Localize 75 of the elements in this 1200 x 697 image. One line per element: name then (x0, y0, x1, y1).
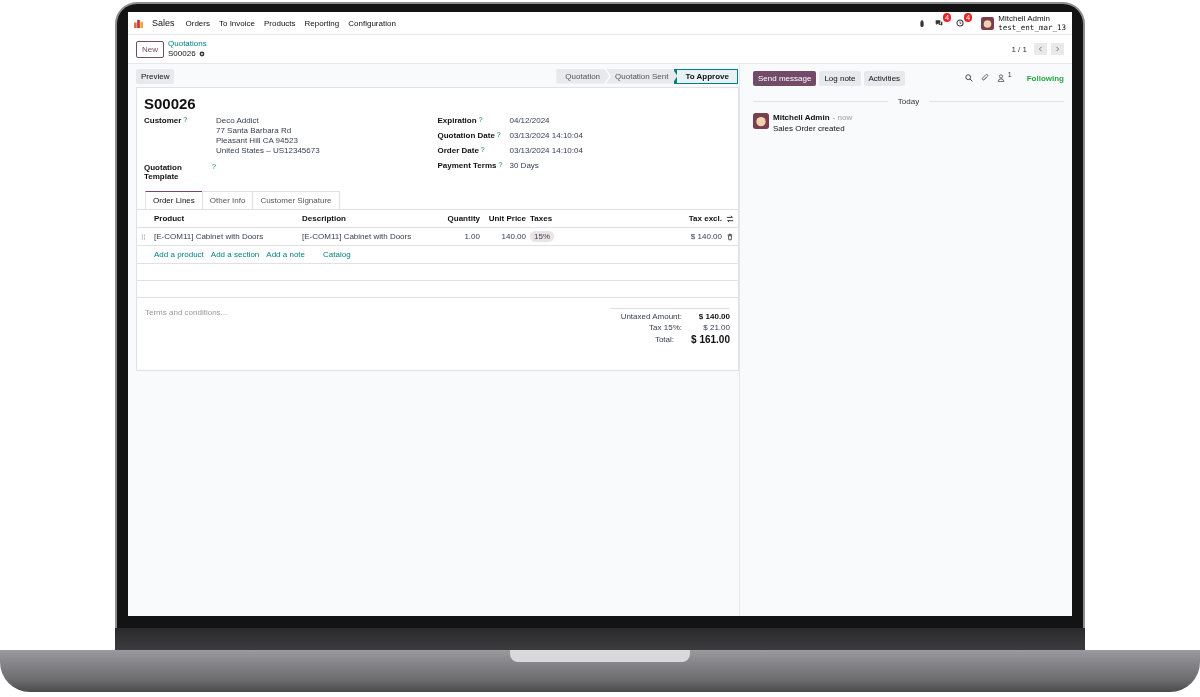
column-header[interactable]: Quantity (432, 214, 480, 223)
chat-icon[interactable] (935, 19, 944, 27)
table-cell-text: $ 140.00 (689, 232, 722, 241)
clock-icon[interactable] (956, 19, 965, 27)
pager-counter[interactable]: 1 / 1 (1011, 44, 1027, 54)
column-header[interactable]: Product (154, 214, 302, 223)
field-label: Quotation Date (437, 131, 495, 140)
user-name[interactable]: Mitchell Admin (998, 14, 1066, 23)
message-author: Mitchell Admin (773, 113, 830, 122)
table-cell-text: 1.00 (463, 232, 480, 241)
field-value[interactable]: 03/13/2024 14:10:04 (509, 146, 583, 155)
table-cell-text: [E-COM11] Cabinet with Doors (154, 232, 265, 241)
menu-item[interactable]: Configuration (348, 18, 396, 28)
add-line-link[interactable]: Add a product (154, 250, 204, 259)
column-settings-icon[interactable] (726, 214, 734, 223)
field-label: Order Date (437, 146, 479, 155)
address-line[interactable]: United States – US12345673 (216, 146, 320, 155)
breadcrumb-link[interactable]: Quotations (168, 39, 207, 49)
total-label: Tax 15%: (649, 323, 682, 332)
trash-icon[interactable] (726, 232, 734, 241)
app-logo-icon (134, 18, 143, 28)
avatar-icon[interactable] (981, 16, 995, 30)
chevron-right-icon (1055, 46, 1060, 52)
menu-item[interactable]: Orders (185, 18, 210, 28)
record-name: S00026 (168, 49, 196, 59)
total-value: $ 21.00 (702, 323, 730, 332)
tab[interactable]: Customer Signature (252, 191, 340, 209)
total-label: Untaxed Amount: (620, 312, 682, 321)
field-label: Quotation Template (144, 163, 183, 181)
tab[interactable]: Order Lines (145, 191, 203, 209)
address-line[interactable]: Deco Addict (216, 116, 320, 125)
field-value[interactable]: 04/12/2024 (509, 116, 550, 125)
field-label: Customer (144, 116, 182, 125)
status-stage[interactable]: Quotation Sent (606, 68, 678, 84)
table-cell-text: 140.00 (500, 232, 526, 241)
field-value[interactable]: 03/13/2024 14:10:04 (509, 131, 583, 140)
status-stage[interactable]: Quotation (556, 68, 610, 84)
search-icon[interactable] (964, 74, 973, 82)
avatar-icon (753, 113, 769, 129)
field-label: Expiration (437, 116, 477, 125)
column-header[interactable]: Unit Price (480, 214, 526, 223)
column-header[interactable]: Tax excl. (650, 214, 722, 223)
total-value: $ 161.00 (690, 334, 730, 345)
menu-item[interactable]: Reporting (304, 18, 340, 28)
menu-item[interactable]: Products (264, 18, 296, 28)
column-header[interactable]: Description (302, 214, 432, 223)
column-header[interactable]: Taxes (526, 214, 650, 223)
chatter-button[interactable]: Send message (753, 70, 817, 86)
chatter-button[interactable]: Activities (863, 70, 906, 86)
field-label: Payment Terms (437, 161, 497, 170)
preview-button[interactable]: Preview (136, 68, 175, 84)
total-value: $ 140.00 (697, 312, 730, 321)
drag-handle-icon[interactable] (141, 233, 146, 240)
record-title: S00026 (143, 94, 197, 114)
message-time: - now (832, 113, 853, 122)
app-name[interactable]: Sales (152, 18, 175, 28)
date-separator: Today (897, 97, 920, 106)
chevron-left-icon (1038, 46, 1043, 52)
new-button[interactable]: New (136, 40, 164, 58)
address-line[interactable]: Pleasant Hill CA 94523 (216, 136, 320, 145)
tax-tag: 15% (530, 231, 554, 242)
address-line[interactable]: 77 Santa Barbara Rd (216, 126, 320, 135)
chatter-button[interactable]: Log note (819, 70, 861, 86)
paperclip-icon[interactable] (980, 74, 989, 82)
add-line-link[interactable]: Add a note (266, 250, 305, 259)
message-body: Sales Order created (773, 124, 846, 133)
add-line-link[interactable]: Add a section (210, 250, 260, 259)
status-stage[interactable]: To Approve (674, 68, 738, 84)
menu-item[interactable]: To Invoice (218, 18, 255, 28)
user-icon[interactable] (996, 74, 1005, 82)
field-value[interactable]: 30 Days (509, 161, 539, 170)
add-line-link[interactable]: Catalog (323, 250, 351, 259)
gear-icon[interactable] (198, 51, 205, 57)
total-label: Total: (654, 335, 674, 344)
table-cell-text: [E-COM11] Cabinet with Doors (302, 232, 413, 241)
